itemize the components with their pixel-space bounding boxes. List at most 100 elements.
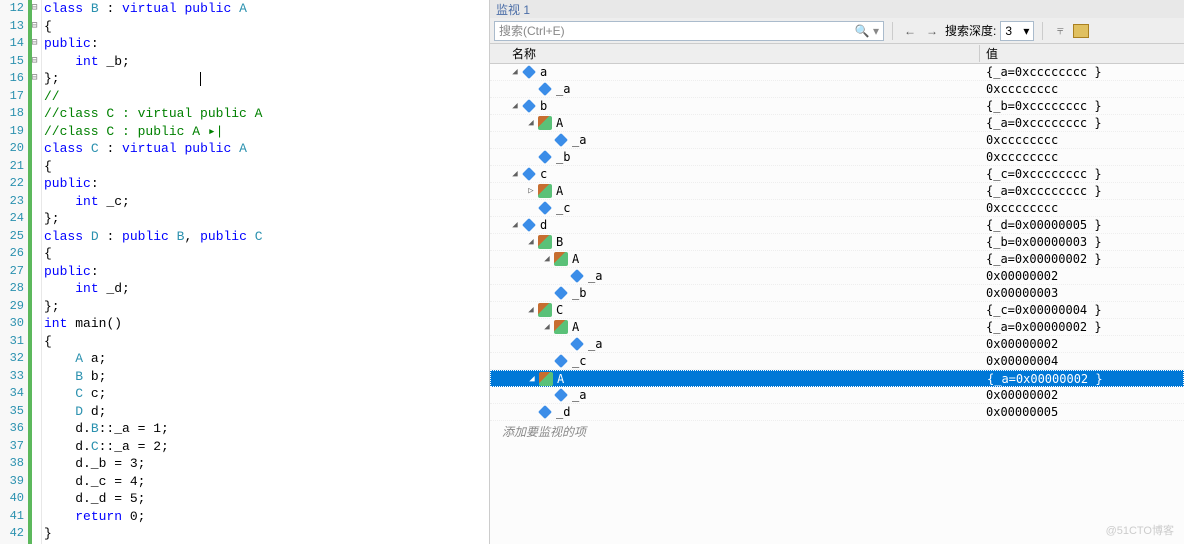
expander-icon xyxy=(526,84,536,94)
variable-icon xyxy=(570,269,584,283)
watch-item-name: _a xyxy=(556,82,570,96)
watch-item-value: {_a=0x00000002 } xyxy=(980,320,1184,334)
expander-icon[interactable]: ◢ xyxy=(526,237,536,247)
watch-row[interactable]: _d0x00000005 xyxy=(490,404,1184,421)
watch-item-value: 0xcccccccc xyxy=(980,133,1184,147)
watch-row[interactable]: ◢ A {_a=0xcccccccc } xyxy=(490,115,1184,132)
nav-forward-icon[interactable]: → xyxy=(923,22,941,40)
watch-item-name: _c xyxy=(556,201,570,215)
watch-row[interactable]: _a0x00000002 xyxy=(490,336,1184,353)
expander-icon[interactable]: ◢ xyxy=(527,374,537,384)
watch-item-name: _c xyxy=(572,354,586,368)
watch-item-value: 0x00000002 xyxy=(980,388,1184,402)
watch-item-value: {_a=0xcccccccc } xyxy=(980,116,1184,130)
fold-column[interactable]: ⊟⊟⊟⊟⊟ xyxy=(28,0,42,544)
search-icon: 🔍 ▾ xyxy=(855,24,879,38)
expander-icon xyxy=(558,339,568,349)
add-watch-item[interactable]: 添加要监视的项 xyxy=(490,421,1184,442)
watch-item-value: {_b=0x00000003 } xyxy=(980,235,1184,249)
class-icon xyxy=(538,184,552,198)
watch-item-value: 0xcccccccc xyxy=(980,201,1184,215)
depth-input[interactable]: 3 ▾ xyxy=(1000,21,1034,41)
watch-row[interactable]: ◢C{_c=0x00000004 } xyxy=(490,302,1184,319)
watch-row[interactable]: ◢B{_b=0x00000003 } xyxy=(490,234,1184,251)
code-text-area[interactable]: class B : virtual public A{public: int _… xyxy=(42,0,489,544)
watch-row[interactable]: _a 0xcccccccc xyxy=(490,132,1184,149)
watch-item-name: A xyxy=(556,116,563,130)
watch-row[interactable]: ◢ A {_a=0x00000002 } xyxy=(490,319,1184,336)
watch-item-name: _b xyxy=(556,150,570,164)
variable-icon xyxy=(522,167,536,181)
watch-tree[interactable]: ◢a{_a=0xcccccccc }_a0xcccccccc◢b{_b=0xcc… xyxy=(490,64,1184,544)
expander-icon[interactable]: ◢ xyxy=(526,305,536,315)
watch-item-value: {_b=0xcccccccc } xyxy=(980,99,1184,113)
watch-row[interactable]: ◢b{_b=0xcccccccc } xyxy=(490,98,1184,115)
watch-row[interactable]: _a 0xcccccccc xyxy=(490,81,1184,98)
expander-icon[interactable]: ◢ xyxy=(510,67,520,77)
class-icon xyxy=(538,303,552,317)
expander-icon[interactable]: ◢ xyxy=(542,254,552,264)
watch-toolbar: 搜索(Ctrl+E) 🔍 ▾ ← → 搜索深度: 3 ▾ ⫧ xyxy=(490,18,1184,44)
depth-label: 搜索深度: xyxy=(945,22,996,39)
depth-value: 3 xyxy=(1005,24,1012,38)
expander-icon xyxy=(558,271,568,281)
expander-icon[interactable]: ◢ xyxy=(510,101,520,111)
watch-row[interactable]: _a0x00000002 xyxy=(490,268,1184,285)
variable-icon xyxy=(538,201,552,215)
variable-icon xyxy=(538,150,552,164)
watch-row[interactable]: ◢A{_a=0x00000002 } xyxy=(490,251,1184,268)
watch-item-name: _d xyxy=(556,405,570,419)
class-icon xyxy=(538,235,552,249)
watch-row[interactable]: _b0xcccccccc xyxy=(490,149,1184,166)
watch-item-name: A xyxy=(572,252,579,266)
watch-row[interactable]: ◢a{_a=0xcccccccc } xyxy=(490,64,1184,81)
watch-row[interactable]: _c 0xcccccccc xyxy=(490,200,1184,217)
watch-panel: 监视 1 搜索(Ctrl+E) 🔍 ▾ ← → 搜索深度: 3 ▾ ⫧ 名称 值… xyxy=(490,0,1184,544)
watch-item-name: C xyxy=(556,303,563,317)
watch-item-value: 0x00000004 xyxy=(980,354,1184,368)
watch-item-name: _a xyxy=(572,388,586,402)
watch-item-value: {_a=0xcccccccc } xyxy=(980,65,1184,79)
watch-row[interactable]: ◢d{_d=0x00000005 } xyxy=(490,217,1184,234)
line-number-gutter: 1213141516171819202122232425262728293031… xyxy=(0,0,28,544)
watch-row[interactable]: ◢A{_a=0x00000002 } xyxy=(490,370,1184,387)
expander-icon xyxy=(526,407,536,417)
watch-item-name: _a xyxy=(588,337,602,351)
expander-icon xyxy=(542,288,552,298)
watch-item-name: A xyxy=(572,320,579,334)
watch-row[interactable]: _a 0x00000002 xyxy=(490,387,1184,404)
watch-row[interactable]: ◢c{_c=0xcccccccc } xyxy=(490,166,1184,183)
watch-item-value: 0xcccccccc xyxy=(980,82,1184,96)
watch-row[interactable]: ▷A{_a=0xcccccccc } xyxy=(490,183,1184,200)
variable-icon xyxy=(538,82,552,96)
columns-icon[interactable] xyxy=(1073,24,1089,38)
variable-icon xyxy=(554,286,568,300)
watch-row[interactable]: _c 0x00000004 xyxy=(490,353,1184,370)
variable-icon xyxy=(570,337,584,351)
expander-icon[interactable]: ▷ xyxy=(526,186,536,196)
expander-icon[interactable]: ◢ xyxy=(510,169,520,179)
search-input[interactable]: 搜索(Ctrl+E) 🔍 ▾ xyxy=(494,21,884,41)
watch-item-name: _a xyxy=(572,133,586,147)
expander-icon[interactable]: ◢ xyxy=(510,220,520,230)
watch-item-name: d xyxy=(540,218,547,232)
code-editor[interactable]: 1213141516171819202122232425262728293031… xyxy=(0,0,490,544)
name-column-header[interactable]: 名称 xyxy=(490,45,980,62)
watch-item-value: {_a=0xcccccccc } xyxy=(980,184,1184,198)
watch-item-name: _b xyxy=(572,286,586,300)
value-column-header[interactable]: 值 xyxy=(980,45,1184,62)
variable-icon xyxy=(522,218,536,232)
class-icon xyxy=(554,320,568,334)
expander-icon xyxy=(526,203,536,213)
watch-item-name: A xyxy=(557,372,564,386)
watch-item-name: c xyxy=(540,167,547,181)
expander-icon[interactable]: ◢ xyxy=(526,118,536,128)
expander-icon xyxy=(542,390,552,400)
modified-bar xyxy=(28,0,32,544)
nav-back-icon[interactable]: ← xyxy=(901,22,919,40)
expander-icon xyxy=(542,356,552,366)
expander-icon[interactable]: ◢ xyxy=(542,322,552,332)
variable-icon xyxy=(554,354,568,368)
watch-row[interactable]: _b0x00000003 xyxy=(490,285,1184,302)
filter-icon[interactable]: ⫧ xyxy=(1051,22,1069,40)
